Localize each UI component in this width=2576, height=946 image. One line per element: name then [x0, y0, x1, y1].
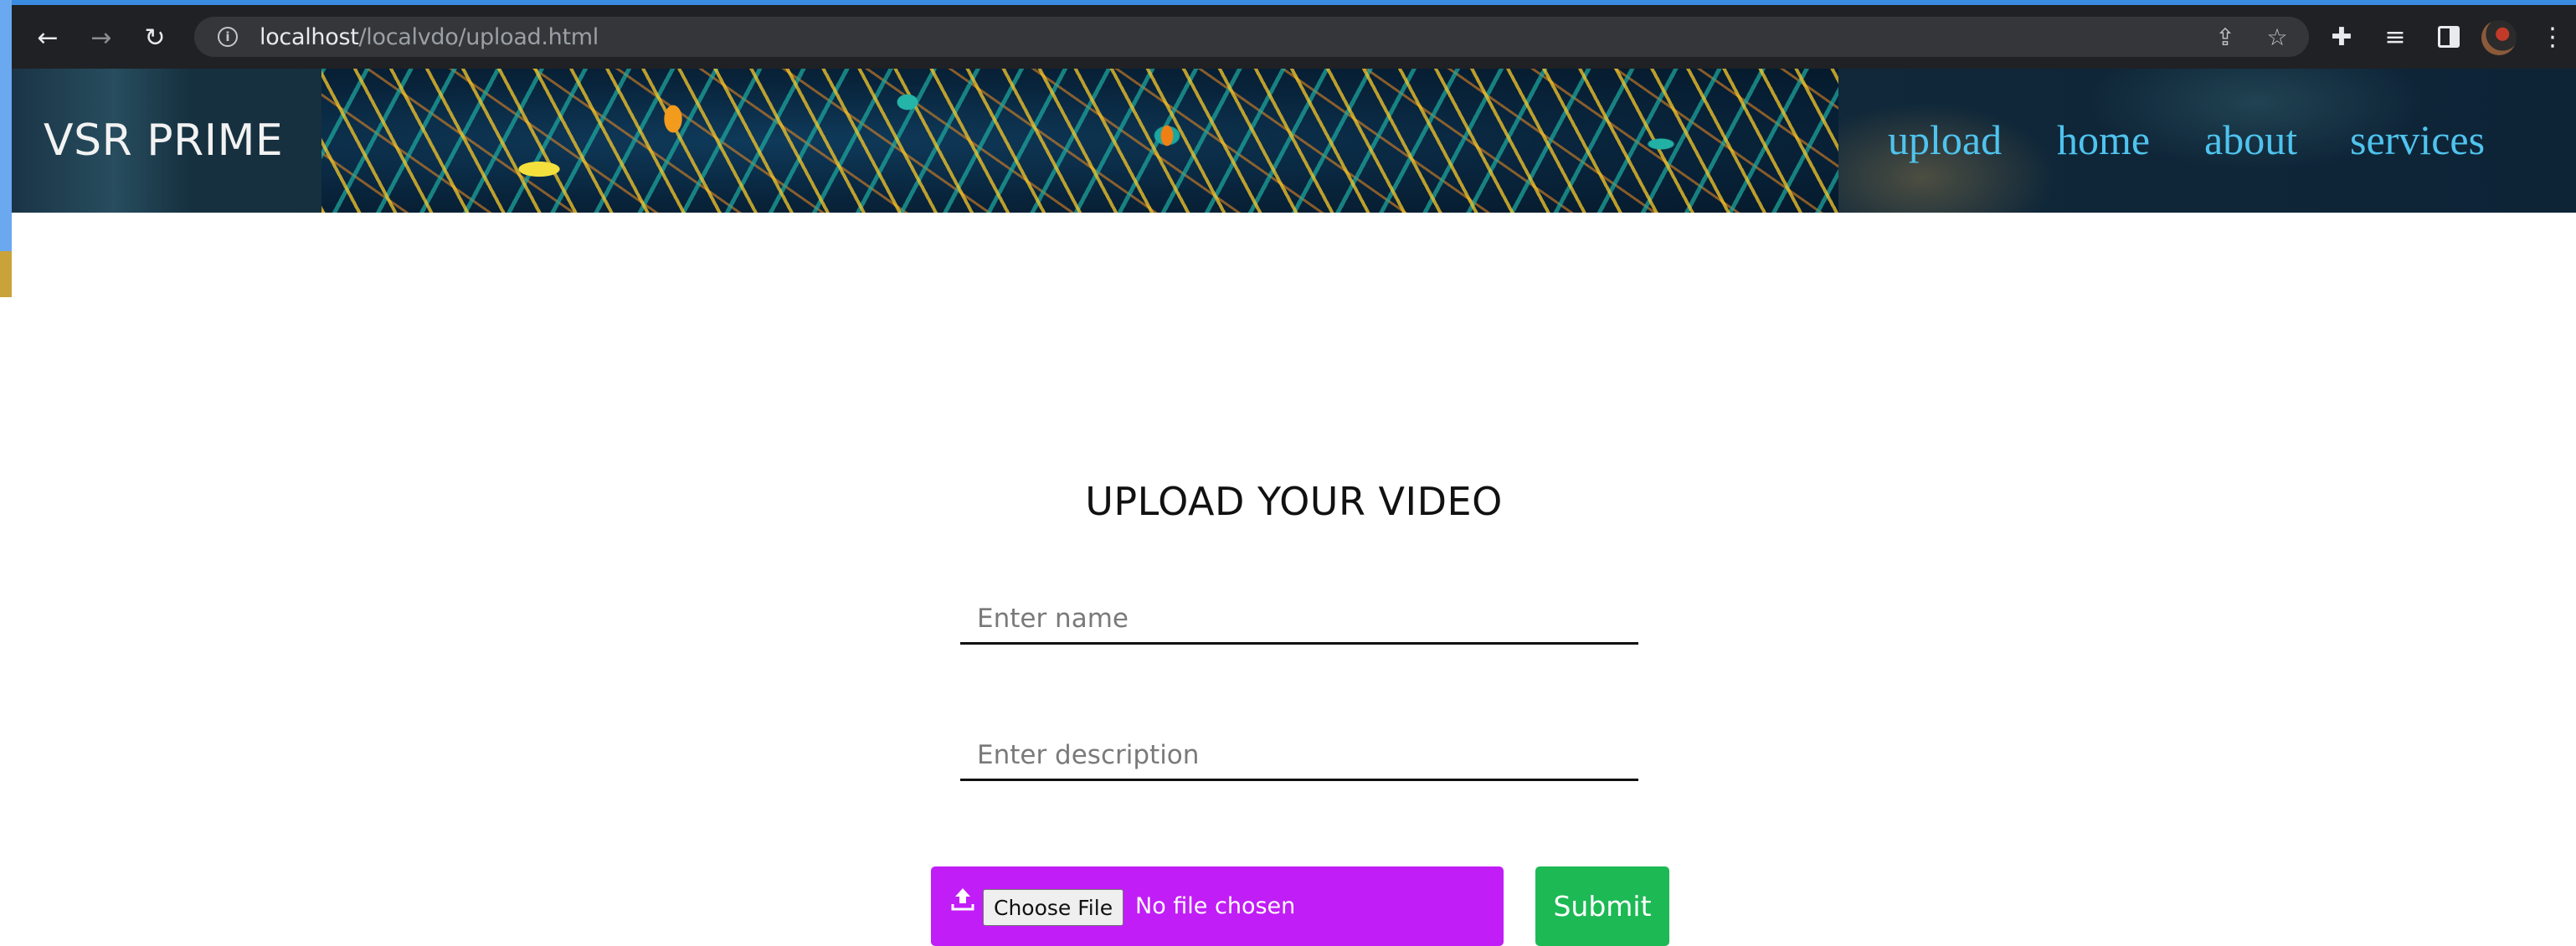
- nav-link-upload[interactable]: upload: [1888, 116, 2002, 164]
- header-banner-image: [321, 69, 1838, 213]
- kebab-menu-icon[interactable]: ⋮: [2535, 19, 2570, 54]
- browser-window: ← → ↻ i localhost/localvdo/upload.html ⇪…: [12, 5, 2576, 946]
- site-header: VSR PRIME upload home about services: [12, 69, 2576, 213]
- file-status-text: No file chosen: [1135, 893, 1296, 919]
- desktop-background-strip: [0, 0, 12, 946]
- reload-button[interactable]: ↻: [136, 18, 174, 57]
- side-panel-button[interactable]: [2431, 19, 2466, 54]
- site-brand[interactable]: VSR PRIME: [44, 116, 283, 166]
- submit-button[interactable]: Submit: [1535, 866, 1669, 946]
- share-icon[interactable]: ⇪: [2210, 22, 2240, 52]
- nav-link-about[interactable]: about: [2204, 116, 2297, 164]
- url-host: localhost: [260, 24, 359, 50]
- info-icon[interactable]: i: [218, 27, 238, 47]
- description-input[interactable]: [960, 731, 1638, 781]
- avatar[interactable]: [2481, 20, 2517, 55]
- page-title: UPLOAD YOUR VIDEO: [1085, 479, 1503, 524]
- arrow-left-icon: ←: [37, 23, 59, 53]
- puzzle-icon[interactable]: ✚: [2324, 19, 2359, 54]
- choose-file-button[interactable]: Choose File: [983, 889, 1124, 926]
- file-upload-box[interactable]: Choose File No file chosen: [931, 866, 1504, 946]
- address-bar[interactable]: i localhost/localvdo/upload.html ⇪ ☆: [194, 17, 2309, 57]
- url-path: /localvdo/upload.html: [358, 24, 599, 50]
- name-input[interactable]: [960, 594, 1638, 645]
- upload-icon: [951, 888, 974, 911]
- side-panel-icon: [2438, 26, 2460, 48]
- star-icon[interactable]: ☆: [2262, 22, 2292, 52]
- reload-icon: ↻: [144, 23, 166, 53]
- browser-toolbar: ← → ↻ i localhost/localvdo/upload.html ⇪…: [12, 5, 2576, 69]
- forward-button[interactable]: →: [82, 18, 121, 57]
- nav-link-home[interactable]: home: [2057, 116, 2150, 164]
- nav-link-services[interactable]: services: [2350, 116, 2485, 164]
- back-button[interactable]: ←: [28, 18, 67, 57]
- upload-page: UPLOAD YOUR VIDEO Choose File No file ch…: [12, 213, 2576, 946]
- url-text[interactable]: localhost/localvdo/upload.html: [260, 24, 599, 50]
- arrow-right-icon: →: [90, 23, 112, 53]
- media-queue-icon[interactable]: ≡: [2378, 19, 2413, 54]
